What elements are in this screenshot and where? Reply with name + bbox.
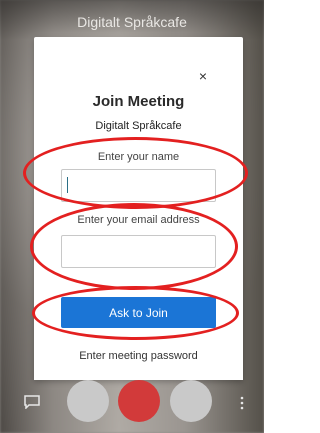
join-meeting-dialog — [34, 37, 243, 380]
hangup-icon[interactable] — [118, 380, 160, 422]
email-input[interactable] — [61, 235, 216, 268]
more-options-icon[interactable] — [240, 396, 244, 410]
ask-to-join-button[interactable]: Ask to Join — [61, 297, 216, 328]
email-label: Enter your email address — [77, 214, 200, 226]
meeting-password-link[interactable]: Enter meeting password — [34, 350, 243, 362]
name-label: Enter your name — [97, 151, 180, 163]
meeting-screen: Digitalt Språkcafe × Join Meeting Digita… — [0, 0, 264, 433]
name-input[interactable] — [61, 169, 216, 202]
video-icon[interactable] — [170, 380, 212, 422]
dialog-title: Join Meeting — [92, 93, 185, 110]
text-cursor — [67, 177, 68, 193]
meeting-title: Digitalt Språkcafe — [77, 14, 187, 30]
microphone-icon[interactable] — [67, 380, 109, 422]
close-icon[interactable]: × — [196, 69, 210, 83]
dialog-bottom-padding — [34, 366, 243, 380]
meeting-name: Digitalt Språkcafe — [95, 120, 182, 132]
chat-icon[interactable] — [24, 395, 40, 409]
